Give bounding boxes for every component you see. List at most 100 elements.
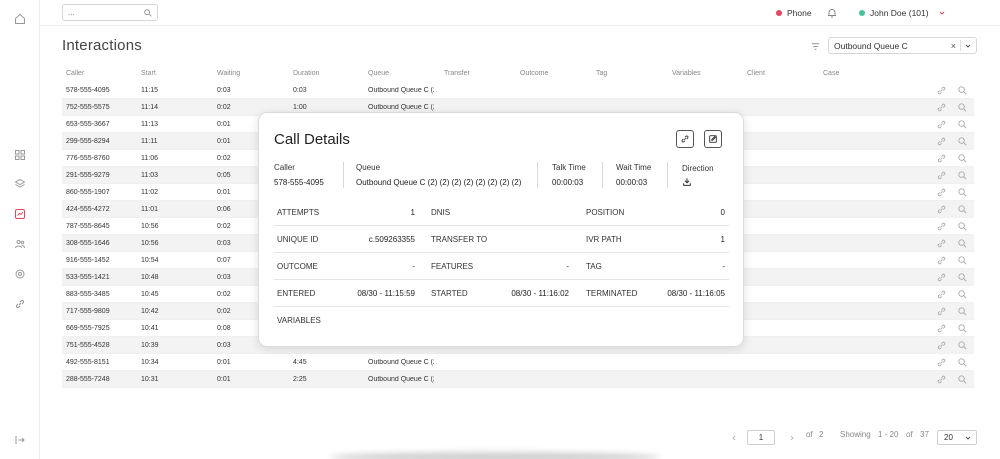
- column-header[interactable]: Transfer: [444, 70, 470, 77]
- modal-title: Call Details: [274, 131, 350, 148]
- table-row[interactable]: 288-555-7248 10:31 0:01 2:25 Outbound Queue …: [62, 371, 974, 388]
- column-header[interactable]: Variables: [672, 70, 701, 77]
- link-icon[interactable]: [936, 204, 947, 215]
- caller-label: Caller: [274, 163, 295, 172]
- page-number-input[interactable]: 1: [747, 430, 775, 445]
- search-icon[interactable]: [957, 85, 968, 96]
- cell-start: 10:54: [141, 257, 159, 264]
- column-header[interactable]: Client: [747, 70, 765, 77]
- next-page-icon[interactable]: [788, 434, 796, 442]
- cell-start: 10:42: [141, 308, 159, 315]
- home-icon[interactable]: [13, 12, 27, 26]
- chevron-down-icon[interactable]: [964, 434, 972, 442]
- cell-start: 10:56: [141, 223, 159, 230]
- link-icon[interactable]: [936, 340, 947, 351]
- link-icon[interactable]: [936, 357, 947, 368]
- search-icon[interactable]: [957, 272, 968, 283]
- ivr-path-value: 1: [720, 235, 725, 244]
- link-icon[interactable]: [936, 187, 947, 198]
- users-icon[interactable]: [13, 237, 27, 251]
- phone-status[interactable]: Phone: [776, 8, 812, 18]
- search-icon[interactable]: [957, 306, 968, 317]
- started-value: 08/30 - 11:16:02: [511, 289, 569, 298]
- cell-start: 11:14: [141, 104, 158, 111]
- logout-icon[interactable]: [13, 433, 27, 447]
- clear-filter-icon[interactable]: ×: [951, 41, 956, 51]
- cell-waiting: 0:01: [217, 376, 231, 383]
- previous-page-icon[interactable]: [730, 434, 738, 442]
- cell-queue: Outbound Queue C (2): [368, 87, 434, 94]
- row-divider: [274, 252, 729, 253]
- search-icon[interactable]: [957, 374, 968, 385]
- user-menu[interactable]: John Doe (101): [859, 8, 946, 18]
- layers-icon[interactable]: [13, 177, 27, 191]
- link-icon[interactable]: [936, 119, 947, 130]
- inbound-direction-icon: [683, 178, 691, 186]
- search-icon[interactable]: [957, 357, 968, 368]
- cell-waiting: 0:02: [217, 223, 231, 230]
- column-header[interactable]: Queue: [368, 70, 389, 77]
- cell-waiting: 0:03: [217, 87, 231, 94]
- link-icon[interactable]: [936, 272, 947, 283]
- talk-time-label: Talk Time: [552, 163, 586, 172]
- table-row[interactable]: 578-555-4095 11:15 0:03 0:03 Outbound Queue …: [62, 82, 974, 99]
- edit-button[interactable]: [704, 130, 722, 148]
- column-header[interactable]: Duration: [293, 70, 319, 77]
- search-icon[interactable]: [957, 102, 968, 113]
- settings-icon[interactable]: [13, 267, 27, 281]
- search-icon[interactable]: [957, 204, 968, 215]
- outcome-value: -: [412, 262, 415, 271]
- column-header[interactable]: Case: [823, 70, 839, 77]
- link-icon[interactable]: [936, 221, 947, 232]
- reports-icon[interactable]: [13, 207, 27, 221]
- search-icon[interactable]: [957, 255, 968, 266]
- column-header[interactable]: Tag: [596, 70, 607, 77]
- filter-icon[interactable]: [810, 41, 821, 52]
- search-icon[interactable]: [957, 153, 968, 164]
- copy-link-button[interactable]: [676, 130, 694, 148]
- search-icon[interactable]: [957, 187, 968, 198]
- link-icon[interactable]: [936, 255, 947, 266]
- search-icon[interactable]: [957, 323, 968, 334]
- queue-filter-value: Outbound Queue C: [834, 40, 908, 51]
- dashboard-icon[interactable]: [13, 148, 27, 162]
- link-icon[interactable]: [936, 323, 947, 334]
- column-header[interactable]: Caller: [66, 70, 84, 77]
- column-header[interactable]: Waiting: [217, 70, 240, 77]
- search-icon[interactable]: [957, 289, 968, 300]
- search-icon[interactable]: [957, 340, 968, 351]
- table-row[interactable]: 492-555-8151 10:34 0:01 4:45 Outbound Queue …: [62, 354, 974, 371]
- search-icon[interactable]: [957, 238, 968, 249]
- chevron-down-icon[interactable]: [938, 9, 946, 17]
- dnis-label: DNIS: [431, 208, 451, 217]
- search-input[interactable]: [63, 5, 141, 20]
- bell-icon[interactable]: [826, 7, 838, 19]
- queue-filter-select[interactable]: Outbound Queue C ×: [828, 37, 977, 54]
- link-icon[interactable]: [936, 170, 947, 181]
- column-header[interactable]: Start: [141, 70, 156, 77]
- cell-caller: 578-555-4095: [66, 87, 110, 94]
- link-icon[interactable]: [936, 306, 947, 317]
- integrations-link-icon[interactable]: [13, 297, 27, 311]
- column-header[interactable]: Outcome: [520, 70, 548, 77]
- link-icon[interactable]: [936, 136, 947, 147]
- search-icon[interactable]: [143, 8, 153, 18]
- link-icon[interactable]: [936, 289, 947, 300]
- link-icon[interactable]: [936, 374, 947, 385]
- search-icon[interactable]: [957, 136, 968, 147]
- page-title: Interactions: [62, 37, 142, 54]
- cell-waiting: 0:01: [217, 189, 231, 196]
- page-size-select[interactable]: 20: [937, 430, 977, 445]
- search-icon[interactable]: [957, 221, 968, 232]
- link-icon[interactable]: [936, 238, 947, 249]
- chevron-down-icon[interactable]: [964, 42, 972, 50]
- link-icon[interactable]: [936, 153, 947, 164]
- search-icon[interactable]: [957, 170, 968, 181]
- cell-caller: 299-555-8294: [66, 138, 110, 145]
- link-icon[interactable]: [936, 102, 947, 113]
- search-box[interactable]: [62, 4, 158, 21]
- cell-waiting: 0:02: [217, 155, 231, 162]
- search-icon[interactable]: [957, 119, 968, 130]
- link-icon[interactable]: [936, 85, 947, 96]
- cell-start: 10:34: [141, 359, 159, 366]
